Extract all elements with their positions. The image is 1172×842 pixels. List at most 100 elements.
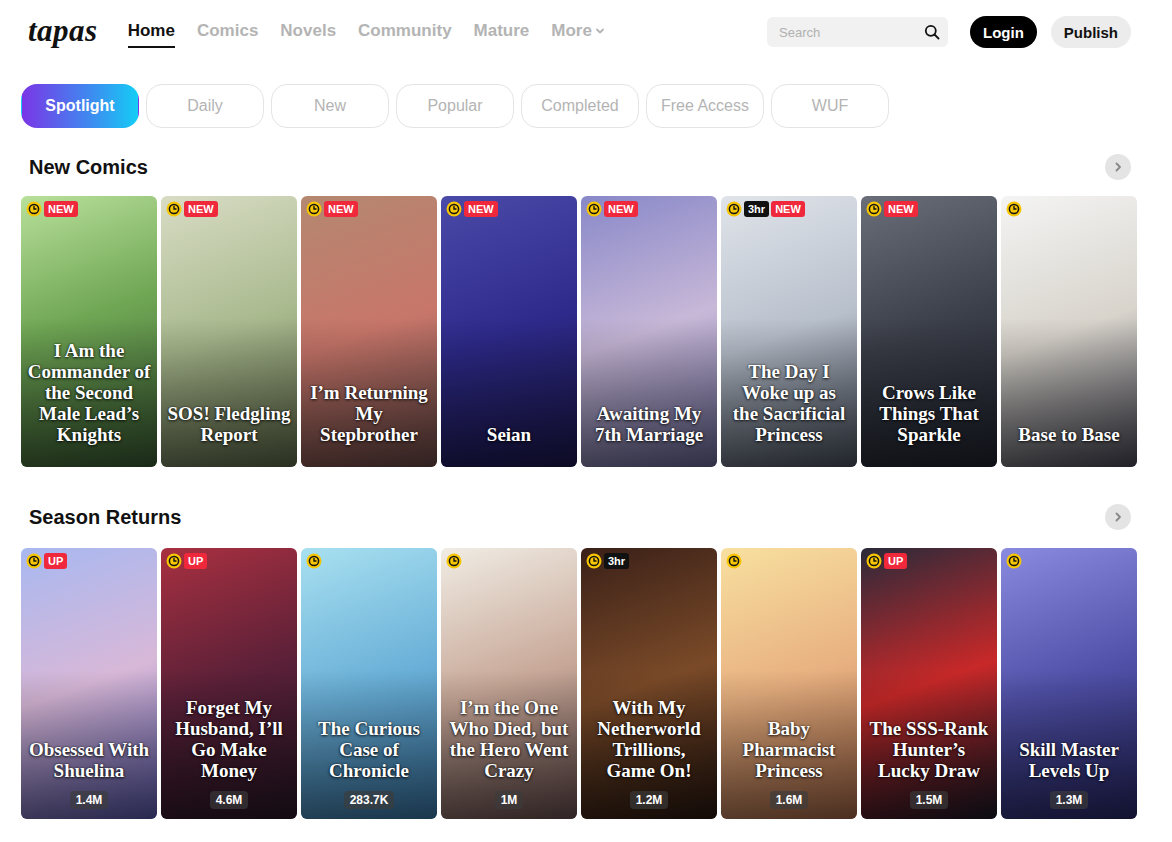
comic-card[interactable]: The Curious Case of Chronicle283.7K <box>301 548 437 819</box>
nav-label: Community <box>358 21 452 41</box>
clock-icon <box>726 553 742 569</box>
badge-row <box>1006 201 1022 217</box>
main-nav: Home Comics Novels Community Mature More <box>128 17 767 48</box>
clock-icon <box>1006 201 1022 217</box>
comic-title: Forget My Husband, I’ll Go Make Money <box>167 697 291 781</box>
badge: UP <box>184 553 207 569</box>
category-tabs: SpotlightDailyNewPopularCompletedFree Ac… <box>0 64 1172 128</box>
clock-icon <box>26 553 42 569</box>
comic-card[interactable]: 3hrNEW The Day I Woke up as the Sacrifici… <box>721 196 857 467</box>
badge-row <box>726 553 742 569</box>
comic-title: The SSS-Rank Hunter’s Lucky Draw <box>867 718 991 781</box>
comic-title: I’m the One Who Died, but the Hero Went … <box>447 697 571 781</box>
chevron-down-icon <box>595 26 605 36</box>
nav-item[interactable]: Mature <box>474 17 530 48</box>
nav-item[interactable]: Novels <box>280 17 336 48</box>
view-count: 1.5M <box>910 791 949 809</box>
comic-card[interactable]: UPObsessed With Shuelina1.4M <box>21 548 157 819</box>
section-title: Season Returns <box>29 506 181 529</box>
comic-card[interactable]: NEW I Am the Commander of the Second Male… <box>21 196 157 467</box>
comic-title: Baby Pharmacist Princess <box>727 718 851 781</box>
comic-card[interactable]: Skill Master Levels Up1.3M <box>1001 548 1137 819</box>
badge: 3hr <box>604 553 629 569</box>
card-row: UPObsessed With Shuelina1.4MUPForget My … <box>21 548 1172 819</box>
badge: 3hr <box>744 201 769 217</box>
comic-card[interactable]: 3hr With My Netherworld Trillions, Game O… <box>581 548 717 819</box>
comic-card[interactable]: I’m the One Who Died, but the Hero Went … <box>441 548 577 819</box>
category-tab[interactable]: Spotlight <box>21 84 139 128</box>
badge: NEW <box>464 201 498 217</box>
comic-card[interactable]: NEW Seian <box>441 196 577 467</box>
nav-item[interactable]: Home <box>128 17 175 48</box>
badge-row <box>306 553 322 569</box>
section-header: New Comics <box>21 128 1172 196</box>
badge-row: NEW <box>306 201 358 217</box>
category-tab[interactable]: WUF <box>771 84 889 128</box>
badge-row: 3hr <box>586 553 629 569</box>
comic-title: SOS! Fledgling Report <box>167 403 291 445</box>
search-box[interactable] <box>767 17 948 47</box>
nav-item[interactable]: Comics <box>197 17 258 48</box>
comic-card[interactable]: Base to Base <box>1001 196 1137 467</box>
badge-row: UP <box>166 553 207 569</box>
comic-title: Base to Base <box>1018 424 1119 445</box>
comic-card[interactable]: Baby Pharmacist Princess1.6M <box>721 548 857 819</box>
comic-card[interactable]: NEW Awaiting My 7th Marriage <box>581 196 717 467</box>
comic-title: Crows Like Things That Sparkle <box>867 382 991 445</box>
logo[interactable]: tapas <box>28 13 98 49</box>
nav-label: Mature <box>474 21 530 41</box>
badge: NEW <box>44 201 78 217</box>
clock-icon <box>446 553 462 569</box>
card-row: NEW I Am the Commander of the Second Male… <box>21 196 1172 467</box>
clock-icon <box>26 201 42 217</box>
clock-icon <box>586 553 602 569</box>
category-tab[interactable]: Completed <box>521 84 639 128</box>
top-bar: tapas Home Comics Novels Community Mature More… <box>0 0 1172 64</box>
category-tab[interactable]: New <box>271 84 389 128</box>
search-input[interactable] <box>777 24 924 41</box>
comic-title: The Curious Case of Chronicle <box>307 718 431 781</box>
comic-card[interactable]: NEW SOS! Fledgling Report <box>161 196 297 467</box>
comic-card[interactable]: UP Forget My Husband, I’ll Go Make Money 4… <box>161 548 297 819</box>
comic-card[interactable]: UPThe SSS-Rank Hunter’s Lucky Draw1.5M <box>861 548 997 819</box>
nav-item[interactable]: More <box>551 17 605 48</box>
clock-icon <box>866 553 882 569</box>
comic-title: The Day I Woke up as the Sacrificial Pri… <box>727 361 851 445</box>
nav-label: More <box>551 21 592 41</box>
badge-row: NEW <box>166 201 218 217</box>
badge: NEW <box>604 201 638 217</box>
view-count: 4.6M <box>210 791 249 809</box>
nav-label: Novels <box>280 21 336 41</box>
next-button[interactable] <box>1105 504 1131 530</box>
category-tab[interactable]: Daily <box>146 84 264 128</box>
search-icon <box>924 24 940 40</box>
clock-icon <box>726 201 742 217</box>
clock-icon <box>166 201 182 217</box>
next-button[interactable] <box>1105 154 1131 180</box>
nav-label: Comics <box>197 21 258 41</box>
badge: NEW <box>771 201 805 217</box>
comic-title: I Am the Commander of the Second Male Le… <box>27 340 151 445</box>
badge: UP <box>44 553 67 569</box>
view-count: 1.2M <box>630 791 669 809</box>
comic-title: Skill Master Levels Up <box>1007 739 1131 781</box>
category-tab[interactable]: Free Access <box>646 84 764 128</box>
comic-title: With My Netherworld Trillions, Game On! <box>587 697 711 781</box>
nav-label: Home <box>128 21 175 41</box>
chevron-right-icon <box>1112 161 1124 173</box>
badge-row: NEW <box>26 201 78 217</box>
nav-item[interactable]: Community <box>358 17 452 48</box>
category-tab[interactable]: Popular <box>396 84 514 128</box>
comic-title: Awaiting My 7th Marriage <box>587 403 711 445</box>
badge-row: NEW <box>446 201 498 217</box>
login-button[interactable]: Login <box>970 16 1037 48</box>
badge-row: UP <box>26 553 67 569</box>
section-title: New Comics <box>29 156 148 179</box>
view-count: 1.4M <box>70 791 109 809</box>
badge-row <box>1006 553 1022 569</box>
comic-card[interactable]: NEWI’m Returning My Stepbrother <box>301 196 437 467</box>
comic-card[interactable]: NEWCrows Like Things That Sparkle <box>861 196 997 467</box>
clock-icon <box>306 201 322 217</box>
publish-button[interactable]: Publish <box>1051 16 1131 48</box>
comic-title: Seian <box>487 424 531 445</box>
